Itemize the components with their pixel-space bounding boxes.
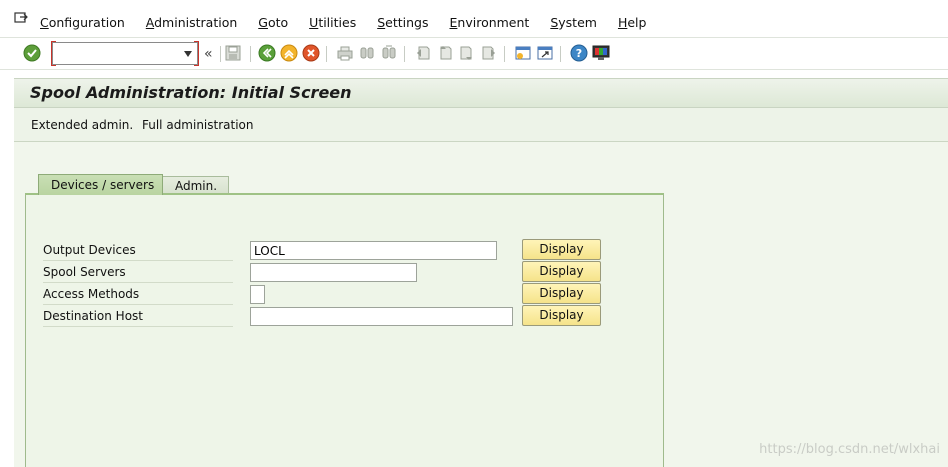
command-field[interactable] [51, 41, 199, 66]
menu-settings[interactable]: Settings [377, 15, 428, 30]
spool-servers-display-button[interactable]: Display [522, 261, 601, 282]
spool-servers-input[interactable] [250, 263, 417, 282]
menu-administration[interactable]: Administration [146, 15, 237, 30]
enter-icon[interactable] [23, 44, 41, 62]
toolbar-separator [504, 46, 505, 62]
previous-page-icon[interactable] [436, 44, 454, 62]
menu-rest: ettings [385, 15, 429, 30]
command-field-bracket-left [51, 41, 56, 66]
destination-host-input[interactable] [250, 307, 513, 326]
tab-devices-servers[interactable]: Devices / servers [38, 174, 163, 195]
access-methods-input[interactable] [250, 285, 265, 304]
form-row-access-methods: Access Methods Display [43, 283, 601, 305]
tab-panel-devices-servers: Output Devices Display Spool Servers Dis… [25, 193, 664, 467]
chevron-down-icon[interactable] [184, 51, 192, 57]
menu-goto[interactable]: Goto [258, 15, 288, 30]
toolbar-separator [560, 46, 561, 62]
menu-items: Configuration Administration Goto Utilit… [40, 15, 667, 30]
menu-configuration[interactable]: Configuration [40, 15, 125, 30]
toolbar-separator [326, 46, 327, 62]
collapse-chevron-icon[interactable]: « [204, 46, 213, 62]
toolbar-separator [220, 46, 221, 62]
next-page-icon[interactable] [458, 44, 476, 62]
extended-admin-button[interactable]: Extended admin. [31, 118, 133, 132]
print-icon[interactable] [336, 44, 354, 62]
help-icon[interactable]: ? [570, 44, 588, 62]
menu-screen-icon[interactable] [14, 12, 28, 24]
create-session-icon[interactable] [514, 44, 532, 62]
command-input[interactable] [56, 44, 180, 63]
output-devices-display-button[interactable]: Display [522, 239, 601, 260]
shortcut-icon[interactable] [536, 44, 554, 62]
cancel-icon[interactable] [302, 44, 320, 62]
destination-host-label: Destination Host [43, 309, 233, 327]
find-icon[interactable] [358, 44, 376, 62]
menu-rest: onfiguration [48, 15, 125, 30]
menu-system[interactable]: System [550, 15, 597, 30]
menu-rest: elp [627, 15, 647, 30]
menu-environment[interactable]: Environment [450, 15, 530, 30]
find-next-icon[interactable] [380, 44, 398, 62]
form-row-spool-servers: Spool Servers Display [43, 261, 601, 283]
output-devices-input[interactable] [250, 241, 497, 260]
menu-rest: dministration [154, 15, 238, 30]
exit-icon[interactable] [280, 44, 298, 62]
access-methods-label: Access Methods [43, 287, 233, 305]
title-bar: Spool Administration: Initial Screen [14, 78, 948, 108]
menu-rest: nvironment [457, 15, 530, 30]
save-icon[interactable] [224, 44, 242, 62]
menu-bar: Configuration Administration Goto Utilit… [0, 0, 948, 38]
toolbar-separator [250, 46, 251, 62]
toolbar-separator [404, 46, 405, 62]
form-row-destination-host: Destination Host Display [43, 305, 601, 327]
menu-rest: tilities [318, 15, 357, 30]
menu-rest: ystem [558, 15, 597, 30]
standard-toolbar: « ? [0, 38, 948, 70]
command-field-bracket-right [194, 41, 199, 66]
menu-utilities[interactable]: Utilities [309, 15, 356, 30]
page-title: Spool Administration: Initial Screen [30, 83, 352, 102]
watermark-text: https://blog.csdn.net/wlxhai [759, 442, 940, 457]
menu-rest: oto [267, 15, 289, 30]
back-icon[interactable] [258, 44, 276, 62]
customize-layout-icon[interactable] [592, 44, 610, 62]
full-administration-button[interactable]: Full administration [142, 118, 254, 132]
last-page-icon[interactable] [480, 44, 498, 62]
access-methods-display-button[interactable]: Display [522, 283, 601, 304]
application-toolbar: Extended admin. Full administration [14, 108, 948, 142]
destination-host-display-button[interactable]: Display [522, 305, 601, 326]
first-page-icon[interactable] [414, 44, 432, 62]
output-devices-label: Output Devices [43, 243, 233, 261]
menu-help[interactable]: Help [618, 15, 647, 30]
form-row-output-devices: Output Devices Display [43, 239, 601, 261]
svg-text:?: ? [576, 47, 582, 60]
main-area: Devices / servers Admin. Output Devices … [14, 142, 948, 467]
spool-servers-label: Spool Servers [43, 265, 233, 283]
